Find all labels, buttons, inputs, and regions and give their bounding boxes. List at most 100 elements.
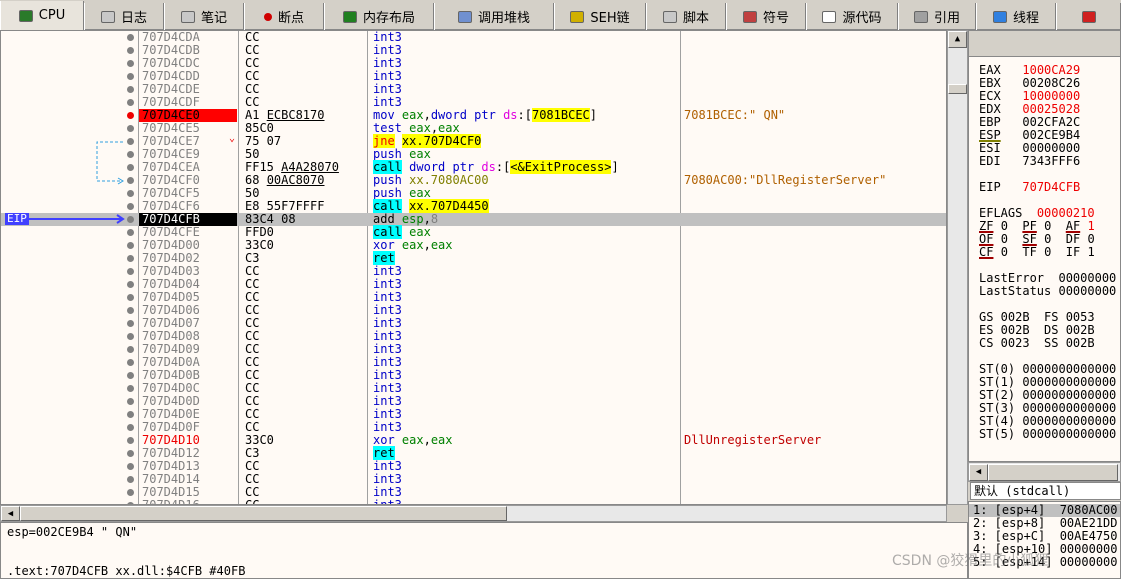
instruction-token: dword ptr	[409, 160, 482, 174]
flag-name: DF	[1065, 232, 1081, 246]
instruction-token: int3	[373, 303, 402, 317]
flag-value[interactable]: 0	[1044, 232, 1051, 246]
register-value[interactable]: 00208C26	[1022, 76, 1080, 90]
flag-name: SF	[1022, 232, 1037, 246]
register-value[interactable]: 7343FFF6	[1022, 154, 1080, 168]
jump-arrows	[29, 141, 125, 224]
jump-arrow-jne	[96, 141, 123, 182]
flag-value[interactable]: 1	[1087, 245, 1094, 259]
instruction-token: call	[373, 199, 402, 213]
disassembly-view[interactable]: 707D4CDA CC int3 707D4CDB CC int3 707D4CDC CC in…	[0, 30, 947, 505]
instruction-token: esp	[401, 212, 424, 226]
instruction-token: call	[373, 225, 402, 239]
instruction-token: ,	[423, 433, 431, 447]
tab-seh-chain[interactable]: SEH链	[554, 3, 646, 30]
tab-symbols[interactable]: 符号	[726, 3, 806, 30]
tab-cpu[interactable]: CPU	[0, 1, 84, 30]
flag-name: CF	[979, 245, 994, 259]
tab-label: 断点	[277, 11, 304, 26]
bytes-text: 85C0	[245, 121, 274, 135]
flag-value[interactable]: 1	[1087, 219, 1094, 233]
tab-label: 引用	[933, 11, 960, 26]
scroll-left-button[interactable]: ◀	[969, 464, 988, 481]
instruction-token: xor	[373, 238, 402, 252]
register-value[interactable]: 00000000	[1022, 141, 1080, 155]
register-name: EBP	[979, 115, 1001, 129]
tab-notes[interactable]: 笔记	[164, 3, 244, 30]
segment-registers-row: CS 0023 SS 002B	[979, 336, 1095, 350]
calling-convention-select[interactable]: 默认 (stdcall)	[970, 482, 1121, 500]
instruction-token: eax	[430, 433, 453, 447]
instruction-token: xor	[373, 433, 402, 447]
tab-breakpoint[interactable]: 断点	[244, 3, 324, 30]
bytes-text: 33C0	[245, 433, 274, 447]
disassembly-vertical-scrollbar[interactable]: ▲	[947, 30, 968, 505]
register-value[interactable]: 10000000	[1022, 89, 1080, 103]
bytes-text: CC	[245, 30, 260, 44]
instruction-token: ret	[373, 446, 395, 460]
bytes-text: CC	[245, 43, 260, 57]
scroll-thumb[interactable]	[20, 506, 507, 521]
instruction-token: int3	[373, 342, 402, 356]
tab-source-code[interactable]: 源代码	[806, 3, 898, 30]
instruction-token: ]	[589, 108, 598, 122]
seh-chain-icon	[570, 10, 585, 23]
info-line: .text:707D4CFB xx.dll:$4CFB #40FB	[7, 564, 246, 578]
watermark: CSDN @狡猾里的小狐狸	[892, 553, 1049, 569]
register-name: ESP	[979, 128, 1001, 142]
instruction-token: dword ptr	[430, 108, 504, 122]
instruction-token: eax	[430, 238, 453, 252]
instruction-token: eax	[438, 121, 460, 135]
flag-name: ZF	[979, 219, 994, 233]
register-value[interactable]: 00000210	[1037, 206, 1095, 220]
bytes-text: 50	[245, 147, 260, 161]
instruction-token: xx.7080AC00	[409, 173, 489, 187]
register-value[interactable]: 002CFA2C	[1022, 115, 1080, 129]
flag-value[interactable]: 0	[1001, 245, 1008, 259]
register-value[interactable]: 002CE9B4	[1022, 128, 1080, 142]
info-panel: esp=002CE9B4 " QN" .text:707D4CFB xx.dll…	[0, 522, 968, 579]
instruction-token: ,	[423, 212, 431, 226]
flag-value[interactable]: 0	[1001, 232, 1008, 246]
scroll-thumb[interactable]	[948, 84, 967, 94]
tab-call-stack[interactable]: 调用堆栈	[434, 3, 554, 30]
tab-label: SEH链	[590, 11, 630, 26]
bytes-text: CC	[245, 485, 260, 499]
flag-value[interactable]: 0	[1001, 219, 1008, 233]
tab-memory-map[interactable]: 内存布局	[324, 3, 434, 30]
instruction-token: int3	[373, 56, 402, 70]
disassembly-horizontal-scrollbar[interactable]: ◀	[0, 505, 947, 522]
flag-value[interactable]: 0	[1087, 232, 1094, 246]
instruction-token: int3	[373, 394, 402, 408]
scroll-up-button[interactable]: ▲	[948, 31, 967, 48]
tab-label: 脚本	[682, 11, 709, 26]
register-value[interactable]: 1000CA29	[1022, 63, 1080, 77]
flag-value[interactable]: 0	[1044, 219, 1051, 233]
flag-value[interactable]: 0	[1044, 245, 1051, 259]
bytes-text: CC	[245, 407, 260, 421]
instruction-token: :[	[495, 160, 511, 174]
memory-map-icon	[342, 10, 357, 23]
tab-threads[interactable]: 线程	[976, 3, 1056, 30]
tab-script[interactable]: 脚本	[646, 3, 726, 30]
tab-log[interactable]: 日志	[84, 3, 164, 30]
register-row: EDI 7343FFF6	[979, 155, 1080, 168]
register-row-eip: EIP 707D4CFB	[979, 181, 1080, 194]
bytes-text: 75 07	[245, 134, 282, 148]
register-value[interactable]: 00025028	[1022, 102, 1080, 116]
instruction-token: int3	[373, 498, 402, 505]
log-icon	[100, 10, 115, 23]
tab-handles[interactable]	[1056, 3, 1121, 30]
instruction-token: int3	[373, 69, 402, 83]
instruction-token: xx.707D4450	[409, 199, 489, 213]
scroll-left-button[interactable]: ◀	[1, 506, 20, 521]
tab-label: 笔记	[200, 11, 227, 26]
register-value[interactable]: 707D4CFB	[1022, 180, 1080, 194]
instruction-token: int3	[373, 30, 402, 44]
registers-horizontal-scrollbar[interactable]: ◀	[968, 462, 1121, 482]
scroll-thumb[interactable]	[988, 464, 1118, 481]
tab-references[interactable]: 引用	[898, 3, 976, 30]
bytes-operand: ECBC8170	[266, 108, 325, 122]
registers-panel[interactable]: EAX 1000CA29 EBX 00208C26 ECX 10000000 EDX …	[968, 30, 1121, 462]
threads-icon	[992, 10, 1007, 23]
